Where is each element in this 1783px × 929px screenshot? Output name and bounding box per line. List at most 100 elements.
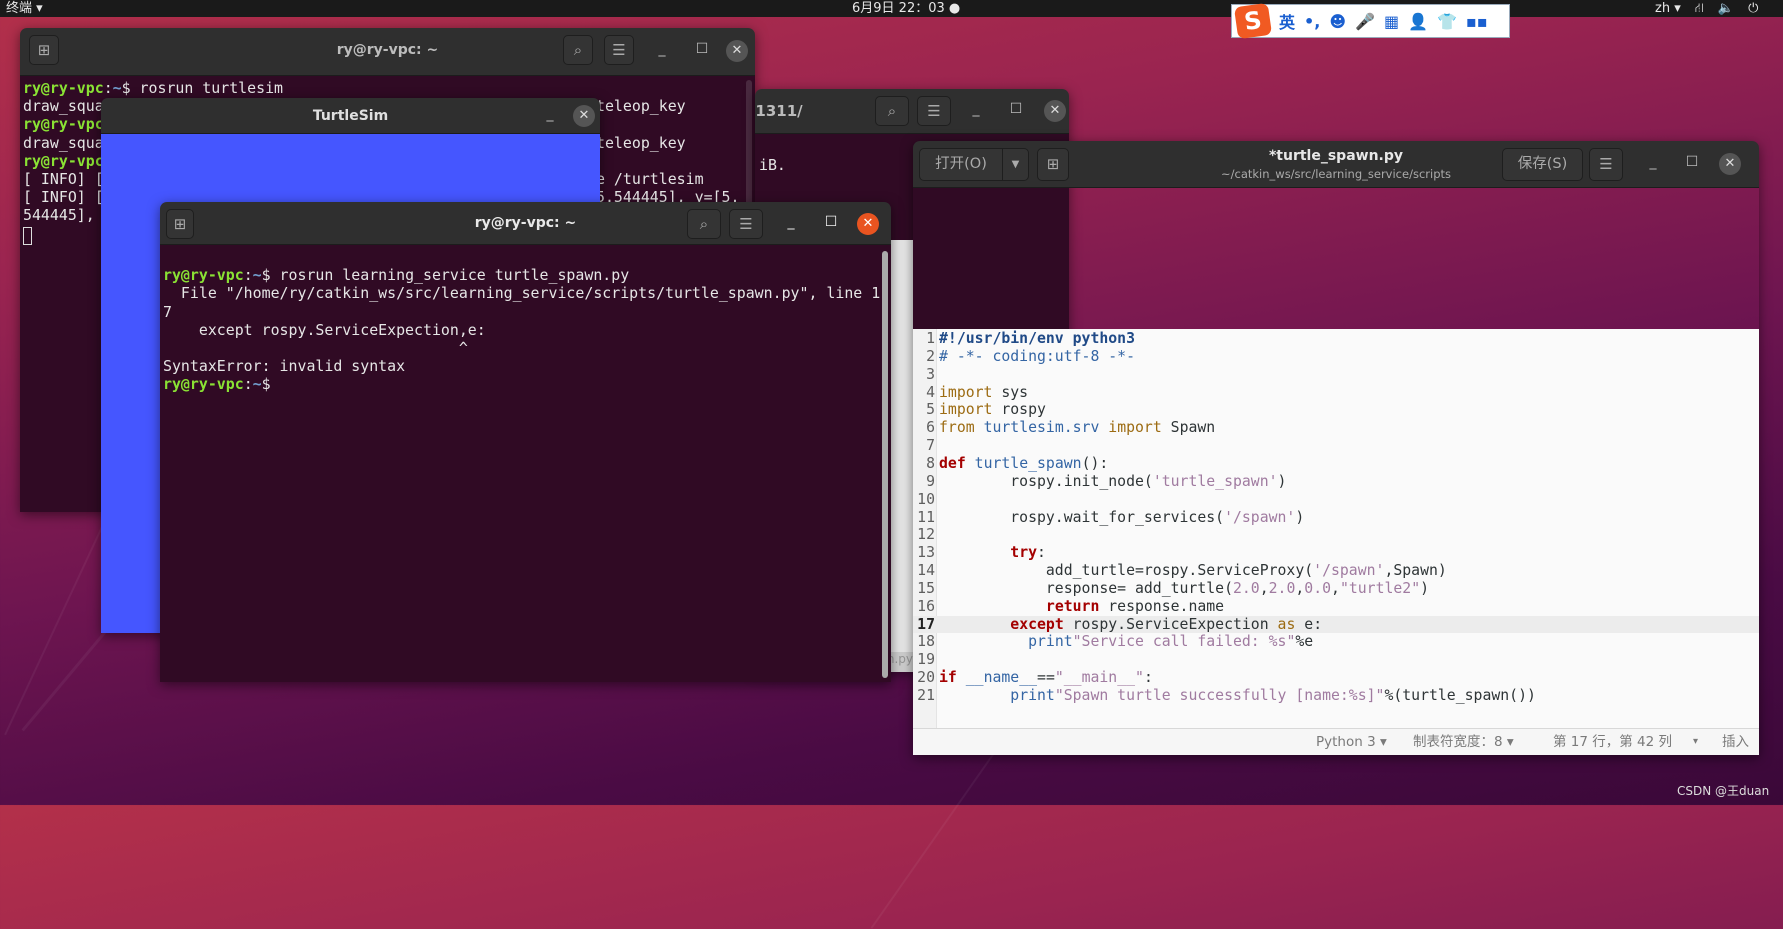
- command-text: $ rosrun turtlesim: [121, 79, 283, 97]
- maximize-button[interactable]: ☐: [1681, 154, 1703, 170]
- code-token: try: [1010, 544, 1038, 562]
- code-line[interactable]: 21 print"Spawn turtle successfully [name…: [913, 687, 1759, 705]
- power-icon[interactable]: ⏻: [1748, 0, 1758, 17]
- language-selector[interactable]: Python 3 ▾: [1316, 729, 1387, 755]
- line-number: 20: [917, 669, 935, 687]
- output-line: 7: [163, 302, 172, 321]
- ime-mode-toggle[interactable]: 英: [1279, 9, 1295, 33]
- maximize-button[interactable]: ☐: [691, 41, 713, 57]
- minimize-button[interactable]: _: [651, 41, 673, 57]
- output-line: draw_squa: [23, 133, 104, 152]
- code-line[interactable]: 19: [913, 651, 1759, 669]
- close-button[interactable]: ✕: [573, 105, 595, 127]
- code-line[interactable]: 16 return response.name: [913, 598, 1759, 616]
- output-line: File "/home/ry/catkin_ws/src/learning_se…: [163, 284, 881, 303]
- line-number: 1: [926, 330, 935, 347]
- code-text: from turtlesim.srv import Spawn: [939, 419, 1215, 437]
- close-button[interactable]: ✕: [1719, 153, 1741, 175]
- tab-width-selector[interactable]: 制表符宽度：8 ▾: [1413, 729, 1514, 755]
- punctuation-toggle[interactable]: •,: [1304, 12, 1320, 31]
- window-title: ry@ry-vpc: ~: [336, 42, 439, 58]
- app-menu[interactable]: 终端 ▾: [6, 0, 43, 17]
- code-text: response= add_turtle(2.0,2.0,0.0,"turtle…: [939, 580, 1429, 598]
- output-line: except rospy.ServiceExpection,e:: [163, 320, 486, 339]
- menu-button[interactable]: ☰: [917, 96, 951, 126]
- close-button[interactable]: ✕: [1044, 100, 1066, 122]
- line-number: 10: [917, 490, 935, 508]
- code-line[interactable]: 2 # -*- coding:utf-8 -*-: [913, 348, 1759, 366]
- save-button[interactable]: 保存(S): [1502, 148, 1583, 181]
- menu-button[interactable]: ☰: [1589, 148, 1623, 181]
- code-line[interactable]: 20 if __name__=="__main__":: [913, 669, 1759, 687]
- minimize-button[interactable]: _: [539, 106, 561, 122]
- code-token: rospy: [992, 401, 1046, 419]
- code-token: turtlesim.srv: [983, 419, 1100, 437]
- skin-icon[interactable]: 👕: [1437, 12, 1457, 31]
- code-line[interactable]: 4 import sys: [913, 384, 1759, 402]
- emoji-icon[interactable]: ☻: [1329, 12, 1346, 31]
- code-line[interactable]: 18 print"Service call failed: %s"%e: [913, 633, 1759, 651]
- code-line[interactable]: 17 except rospy.ServiceExpection as e:: [913, 615, 1759, 634]
- code-line[interactable]: 3: [913, 366, 1759, 384]
- search-button[interactable]: ⌕: [563, 35, 593, 65]
- line-number: 11: [917, 508, 935, 526]
- minimize-button[interactable]: _: [780, 214, 802, 230]
- line-number: 16: [917, 597, 935, 615]
- code-token: ): [1295, 508, 1305, 526]
- code-token: ,: [1259, 579, 1269, 597]
- code-line[interactable]: 7: [913, 437, 1759, 455]
- maximize-button[interactable]: ☐: [820, 214, 842, 230]
- code-line[interactable]: 11 rospy.wait_for_services('/spawn'): [913, 509, 1759, 527]
- cursor-position[interactable]: 第 17 行，第 42 列: [1553, 729, 1672, 755]
- sogou-logo[interactable]: S: [1233, 2, 1273, 40]
- command-text: $ rosrun learning_service turtle_spawn.p…: [261, 266, 630, 285]
- code-token: response.name: [1099, 597, 1225, 615]
- search-button[interactable]: ⌕: [687, 209, 721, 239]
- insert-mode: 插入: [1722, 734, 1749, 750]
- code-line[interactable]: 15 response= add_turtle(2.0,2.0,0.0,"tur…: [913, 580, 1759, 598]
- window-title: TurtleSim: [312, 108, 389, 124]
- code-token: :: [1143, 669, 1153, 687]
- code-line[interactable]: 13 try:: [913, 544, 1759, 562]
- minimize-button[interactable]: _: [965, 101, 987, 117]
- code-token: add_turtle=rospy.ServiceProxy(: [939, 562, 1314, 580]
- code-line[interactable]: 5 import rospy: [913, 401, 1759, 419]
- code-line[interactable]: 6 from turtlesim.srv import Spawn: [913, 419, 1759, 437]
- menu-button[interactable]: ☰: [604, 35, 634, 65]
- search-button[interactable]: ⌕: [875, 96, 909, 126]
- minimize-button[interactable]: _: [1642, 154, 1664, 170]
- terminal-2-output[interactable]: ry@ry-vpc:~$ rosrun learning_service tur…: [160, 245, 891, 682]
- code-text: #!/usr/bin/env python3: [939, 330, 1135, 348]
- code-text: try:: [939, 544, 1046, 562]
- close-button[interactable]: ✕: [726, 40, 748, 62]
- clock[interactable]: 6月9日 22：03 ●: [852, 0, 960, 17]
- maximize-button[interactable]: ☐: [1005, 101, 1027, 117]
- output-line-tail: teleop_key: [596, 133, 686, 152]
- user-icon[interactable]: 👤: [1408, 12, 1428, 31]
- prompt-user: ry@ry-vpc: [23, 151, 104, 170]
- menu-button[interactable]: ☰: [729, 209, 763, 239]
- input-language-menu[interactable]: zh ▾: [1655, 0, 1681, 17]
- toolbox-icon[interactable]: ▪▪: [1466, 12, 1488, 31]
- voice-icon[interactable]: 🎤: [1355, 12, 1375, 31]
- command-line: ry@ry-vpc:~$ rosrun learning_service tur…: [163, 266, 630, 285]
- network-icon[interactable]: ⛙: [1695, 0, 1704, 17]
- position-menu-icon[interactable]: ▾: [1693, 729, 1698, 755]
- code-line[interactable]: 14 add_turtle=rospy.ServiceProxy('/spawn…: [913, 562, 1759, 580]
- code-line[interactable]: 9 rospy.init_node('turtle_spawn'): [913, 473, 1759, 491]
- code-editor[interactable]: 1 #!/usr/bin/env python3 2 # -*- coding:utf…: [913, 329, 1759, 728]
- code-line[interactable]: 12: [913, 526, 1759, 544]
- code-line[interactable]: 10: [913, 491, 1759, 509]
- volume-icon[interactable]: 🔈: [1718, 0, 1734, 17]
- line-number: 7: [926, 437, 935, 455]
- code-line[interactable]: 8 def turtle_spawn():: [913, 455, 1759, 473]
- document-path: ~/catkin_ws/src/learning_service/scripts: [1221, 167, 1451, 181]
- close-button[interactable]: ✕: [857, 213, 879, 235]
- scrollbar[interactable]: [882, 251, 888, 678]
- keyboard-icon[interactable]: ▦: [1384, 12, 1399, 31]
- code-token: # -*- coding:utf-8 -*-: [939, 347, 1135, 365]
- code-token: "Spawn turtle successfully [name:%s]": [1054, 687, 1385, 704]
- code-line[interactable]: 1 #!/usr/bin/env python3: [913, 330, 1759, 348]
